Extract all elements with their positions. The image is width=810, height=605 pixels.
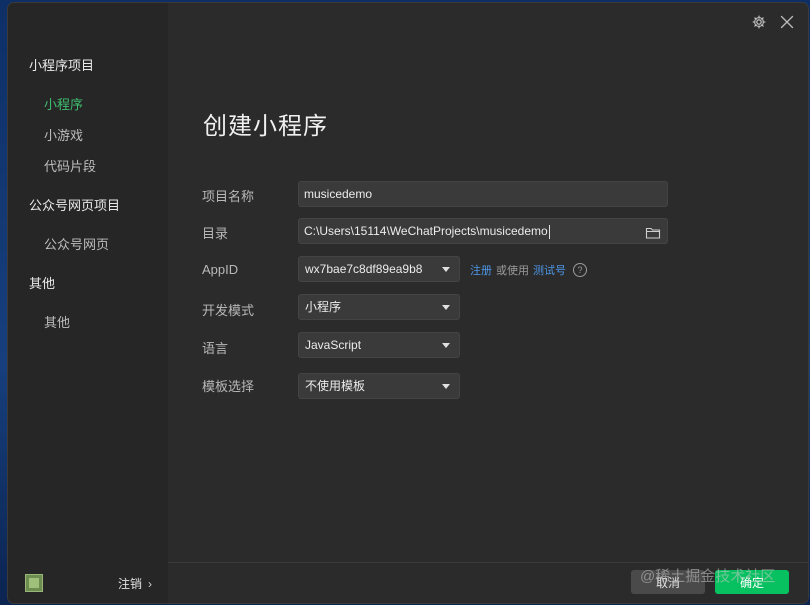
appid-extra: 注册 或使用 测试号 ? — [470, 262, 587, 278]
cancel-button[interactable]: 取消 — [631, 570, 705, 594]
confirm-button[interactable]: 确定 — [715, 570, 789, 594]
chevron-down-icon — [442, 305, 450, 310]
folder-icon[interactable] — [645, 224, 661, 239]
sidebar: 小程序项目 小程序 小游戏 代码片段 公众号网页项目 公众号网页 其他 其他 注… — [8, 3, 168, 603]
sidebar-group-official-account: 公众号网页项目 — [29, 198, 121, 213]
chevron-right-icon: › — [148, 577, 153, 591]
help-icon[interactable]: ? — [573, 263, 587, 277]
sidebar-item-miniprogram[interactable]: 小程序 — [44, 94, 83, 113]
window-controls — [750, 13, 796, 31]
sidebar-group-miniprogram: 小程序项目 — [29, 58, 95, 73]
gear-icon[interactable] — [750, 13, 768, 31]
sidebar-item-code-snippet[interactable]: 代码片段 — [44, 156, 96, 175]
language-label: 语言 — [202, 341, 229, 356]
directory-label: 目录 — [202, 226, 229, 241]
sidebar-group-other: 其他 — [29, 276, 56, 291]
dev-mode-label: 开发模式 — [202, 303, 255, 318]
or-use-text: 或使用 — [496, 265, 529, 277]
avatar[interactable] — [25, 574, 43, 592]
appid-value: wx7bae7c8df89ea9b8 — [305, 262, 423, 276]
appid-label: AppID — [202, 262, 239, 277]
dev-mode-value: 小程序 — [305, 300, 342, 314]
template-value: 不使用模板 — [305, 379, 366, 393]
project-name-input[interactable]: musicedemo — [298, 181, 668, 207]
directory-input[interactable]: C:\Users\15114\WeChatProjects\musicedemo — [298, 218, 668, 244]
chevron-down-icon — [442, 343, 450, 348]
sidebar-footer: 注销 › — [8, 563, 168, 603]
logout-button[interactable]: 注销 › — [118, 575, 152, 592]
appid-select[interactable]: wx7bae7c8df89ea9b8 — [298, 256, 460, 282]
project-name-value: musicedemo — [304, 187, 373, 201]
test-account-link[interactable]: 测试号 — [533, 262, 566, 278]
create-project-dialog: 小程序项目 小程序 小游戏 代码片段 公众号网页项目 公众号网页 其他 其他 注… — [8, 3, 808, 603]
template-select[interactable]: 不使用模板 — [298, 373, 460, 399]
project-name-label: 项目名称 — [202, 189, 255, 204]
template-label: 模板选择 — [202, 379, 255, 394]
sidebar-item-other[interactable]: 其他 — [44, 312, 70, 331]
chevron-down-icon — [442, 267, 450, 272]
language-select[interactable]: JavaScript — [298, 332, 460, 358]
dialog-footer — [168, 562, 808, 603]
dev-mode-select[interactable]: 小程序 — [298, 294, 460, 320]
text-cursor — [548, 224, 550, 239]
sidebar-item-official-account-web[interactable]: 公众号网页 — [44, 234, 109, 253]
sidebar-item-minigame[interactable]: 小游戏 — [44, 125, 83, 144]
language-value: JavaScript — [305, 338, 362, 352]
close-icon[interactable] — [778, 13, 796, 31]
logout-label: 注销 — [118, 577, 143, 591]
chevron-down-icon — [442, 384, 450, 389]
register-link[interactable]: 注册 — [470, 262, 492, 278]
directory-value: C:\Users\15114\WeChatProjects\musicedemo — [304, 224, 548, 238]
page-title: 创建小程序 — [203, 113, 328, 140]
